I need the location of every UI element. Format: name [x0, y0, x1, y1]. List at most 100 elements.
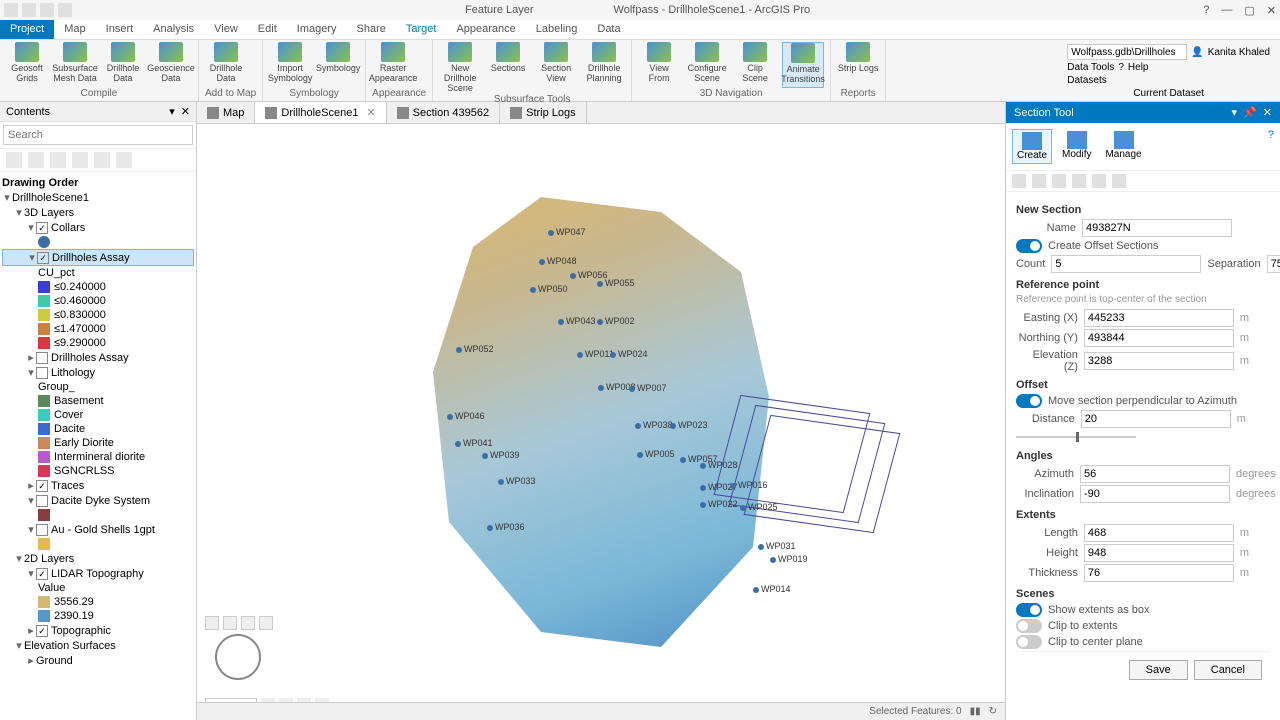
tab-map[interactable]: Map — [54, 20, 95, 39]
panel-menu-icon[interactable]: ▾ — [1232, 106, 1238, 119]
drillhole-point[interactable]: WP052 — [456, 344, 494, 354]
subsurface-mesh-button[interactable]: Subsurface Mesh Data — [54, 42, 96, 88]
distance-slider[interactable] — [1016, 430, 1136, 444]
list-by-editing-icon[interactable] — [72, 152, 88, 168]
drillhole-point[interactable]: WP036 — [487, 522, 525, 532]
mode-icon[interactable] — [1112, 174, 1126, 188]
tab-project[interactable]: Project — [0, 20, 54, 39]
geoscience-data-button[interactable]: Geoscience Data — [150, 42, 192, 88]
import-symbology-button[interactable]: Import Symbology — [269, 42, 311, 88]
separation-input[interactable] — [1267, 255, 1280, 273]
topographic-layer[interactable]: ▸Topographic — [2, 623, 194, 638]
panel-pin-icon[interactable]: 📌 — [1243, 106, 1257, 119]
clip-extents-toggle[interactable] — [1016, 619, 1042, 633]
drillhole-point[interactable]: WP050 — [530, 284, 568, 294]
contents-menu-icon[interactable]: ▾ — [169, 105, 175, 118]
configure-scene-button[interactable]: Configure Scene — [686, 42, 728, 88]
drillhole-point[interactable]: WP046 — [447, 411, 485, 421]
view-from-button[interactable]: View From — [638, 42, 680, 88]
drillhole-point[interactable]: WP019 — [770, 554, 808, 564]
view-tab-strip-logs[interactable]: Strip Logs — [500, 102, 587, 123]
tab-analysis[interactable]: Analysis — [143, 20, 204, 39]
undo-icon[interactable] — [40, 3, 54, 17]
thickness-input[interactable] — [1084, 564, 1234, 582]
lidar-layer[interactable]: ▾LIDAR Topography — [2, 566, 194, 581]
collars-layer[interactable]: ▾Collars — [2, 220, 194, 235]
mode-icon[interactable] — [1072, 174, 1086, 188]
drillhole-point[interactable]: WP014 — [753, 584, 791, 594]
drillholes-assay-layer[interactable]: ▾Drillholes Assay — [2, 249, 194, 266]
tab-manage[interactable]: Manage — [1101, 129, 1145, 164]
sections-button[interactable]: Sections — [487, 42, 529, 94]
tab-insert[interactable]: Insert — [96, 20, 144, 39]
au-gold-layer[interactable]: ▾Au - Gold Shells 1gpt — [2, 522, 194, 537]
drillhole-point[interactable]: WP041 — [455, 438, 493, 448]
drillhole-point[interactable]: WP031 — [758, 541, 796, 551]
tab-modify[interactable]: Modify — [1058, 129, 1095, 164]
drillhole-point[interactable]: WP043 — [558, 316, 596, 326]
tab-view[interactable]: View — [204, 20, 248, 39]
scene-node[interactable]: ▾DrillholeScene1 — [2, 190, 194, 205]
scene-tool-icon[interactable] — [223, 616, 237, 630]
drillhole-point[interactable]: WP016 — [730, 480, 768, 490]
tab-target[interactable]: Target — [396, 20, 447, 39]
strip-logs-button[interactable]: Strip Logs — [837, 42, 879, 88]
tab-imagery[interactable]: Imagery — [287, 20, 347, 39]
help-icon[interactable]: ? — [1203, 4, 1209, 17]
scene-tool-icon[interactable] — [259, 616, 273, 630]
drillhole-point[interactable]: WP023 — [670, 420, 708, 430]
list-by-labeling-icon[interactable] — [116, 152, 132, 168]
tab-appearance[interactable]: Appearance — [446, 20, 525, 39]
elevation-surfaces-node[interactable]: ▾Elevation Surfaces — [2, 638, 194, 653]
drillhole-point[interactable]: WP038 — [635, 420, 673, 430]
symbology-button[interactable]: Symbology — [317, 42, 359, 88]
tab-edit[interactable]: Edit — [248, 20, 287, 39]
show-box-toggle[interactable] — [1016, 603, 1042, 617]
tab-create[interactable]: Create — [1012, 129, 1052, 164]
traces-layer[interactable]: ▸Traces — [2, 478, 194, 493]
tab-labeling[interactable]: Labeling — [526, 20, 588, 39]
drillhole-point[interactable]: WP005 — [637, 449, 675, 459]
maximize-icon[interactable]: ▢ — [1244, 4, 1254, 17]
drillhole-point[interactable]: WP022 — [700, 499, 738, 509]
contents-search-input[interactable] — [3, 125, 193, 145]
2d-layers-node[interactable]: ▾2D Layers — [2, 551, 194, 566]
drillhole-point[interactable]: WP033 — [498, 476, 536, 486]
save-button[interactable]: Save — [1129, 660, 1188, 680]
add-drillhole-button[interactable]: Drillhole Data — [205, 42, 247, 88]
contents-close-icon[interactable]: ✕ — [181, 105, 190, 118]
section-view-button[interactable]: Section View — [535, 42, 577, 94]
raster-appearance-button[interactable]: Raster Appearance — [372, 42, 414, 88]
drillhole-point[interactable]: WP047 — [548, 227, 586, 237]
drillhole-point[interactable]: WP039 — [482, 450, 520, 460]
list-by-drawing-icon[interactable] — [6, 152, 22, 168]
create-offset-toggle[interactable] — [1016, 239, 1042, 253]
drillhole-data-button[interactable]: Drillhole Data — [102, 42, 144, 88]
distance-input[interactable] — [1081, 410, 1231, 428]
mode-icon[interactable] — [1012, 174, 1026, 188]
drillhole-point[interactable]: WP048 — [539, 256, 577, 266]
drillhole-point[interactable]: WP024 — [610, 349, 648, 359]
drillhole-planning-button[interactable]: Drillhole Planning — [583, 42, 625, 94]
cancel-button[interactable]: Cancel — [1194, 660, 1262, 680]
drillhole-point[interactable]: WP055 — [597, 278, 635, 288]
view-tab-scene[interactable]: DrillholeScene1✕ — [255, 102, 386, 123]
tab-share[interactable]: Share — [347, 20, 396, 39]
list-by-source-icon[interactable] — [28, 152, 44, 168]
name-input[interactable] — [1082, 219, 1232, 237]
redo-icon[interactable] — [58, 3, 72, 17]
help-icon[interactable]: ? — [1268, 129, 1274, 141]
new-drillhole-scene-button[interactable]: New Drillhole Scene — [439, 42, 481, 94]
compass-icon[interactable] — [215, 634, 261, 680]
lithology-layer[interactable]: ▾Lithology — [2, 365, 194, 380]
panel-close-icon[interactable]: ✕ — [1263, 106, 1272, 119]
geosoft-grids-button[interactable]: Geosoft Grids — [6, 42, 48, 88]
scene-tool-icon[interactable] — [241, 616, 255, 630]
data-tools-link[interactable]: Data Tools — [1067, 62, 1114, 73]
count-input[interactable] — [1051, 255, 1201, 273]
length-input[interactable] — [1084, 524, 1234, 542]
mode-icon[interactable] — [1052, 174, 1066, 188]
animate-transitions-button[interactable]: Animate Transitions — [782, 42, 824, 88]
dataset-input[interactable] — [1067, 44, 1187, 60]
inclination-input[interactable] — [1080, 485, 1230, 503]
